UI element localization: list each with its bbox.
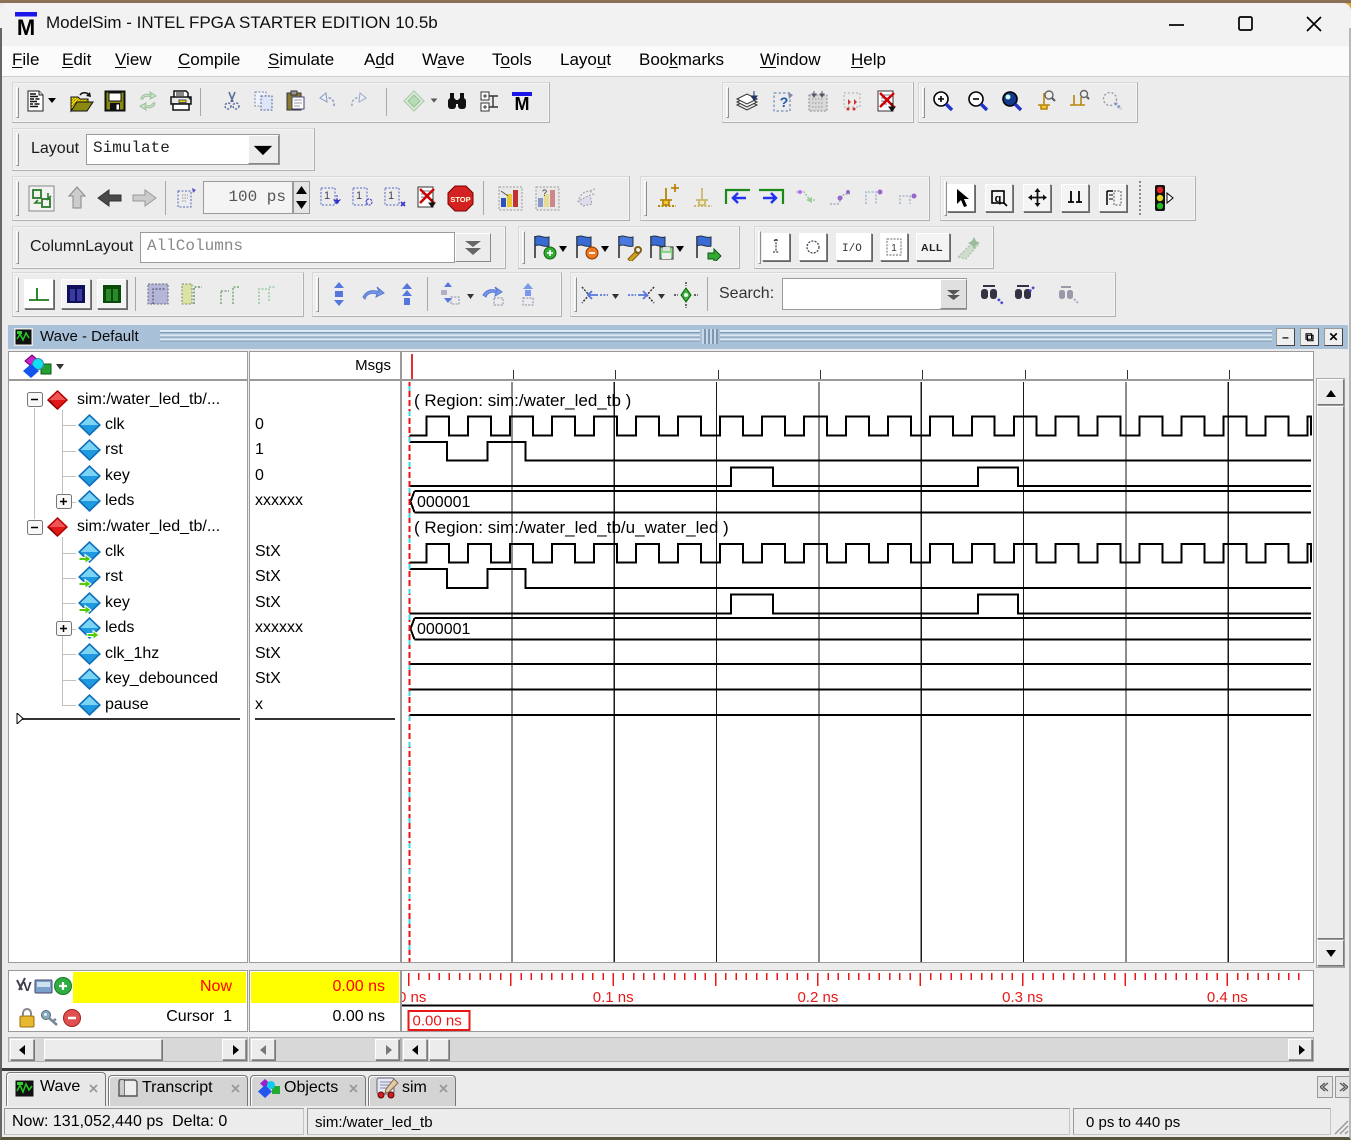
svg-text:( Region: sim:/water_led_tb ): ( Region: sim:/water_led_tb ) <box>414 391 631 410</box>
svg-text:?: ? <box>780 94 789 110</box>
svg-text:M: M <box>515 94 530 112</box>
svg-text:STOP: STOP <box>450 195 470 204</box>
svg-text:( Region: sim:/water_led_tb/u_: ( Region: sim:/water_led_tb/u_water_led … <box>414 518 729 537</box>
svg-text:?: ? <box>542 188 547 198</box>
svg-text:ALL: ALL <box>921 242 943 254</box>
svg-text:1: 1 <box>891 243 897 254</box>
svg-text:000001: 000001 <box>417 494 470 511</box>
svg-text:0 ns: 0 ns <box>402 989 426 1006</box>
svg-text:1: 1 <box>324 190 330 202</box>
svg-text:M: M <box>17 15 35 36</box>
svg-text:0.3 ns: 0.3 ns <box>1002 989 1043 1006</box>
svg-text:V: V <box>23 979 32 994</box>
svg-text:q: q <box>995 193 1002 205</box>
svg-text:0.1 ns: 0.1 ns <box>593 989 634 1006</box>
svg-text:0.00 ns: 0.00 ns <box>413 1013 462 1030</box>
svg-text:0.2 ns: 0.2 ns <box>797 989 838 1006</box>
svg-text:000001: 000001 <box>417 621 470 638</box>
svg-text:1: 1 <box>388 190 394 202</box>
svg-text:0.4 ns: 0.4 ns <box>1207 989 1248 1006</box>
svg-text:1: 1 <box>356 190 362 202</box>
svg-text:I/O: I/O <box>842 243 862 255</box>
